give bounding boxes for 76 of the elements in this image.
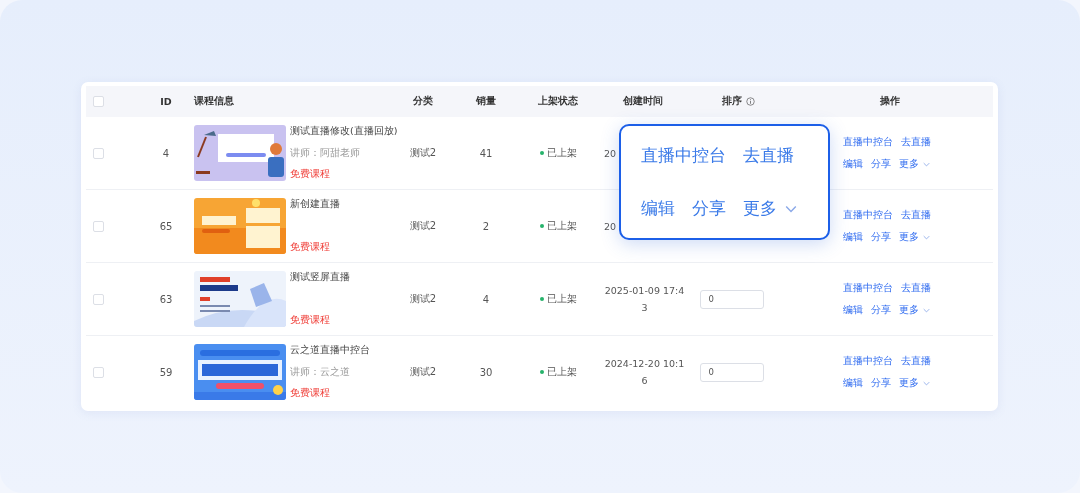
action-link[interactable]: 去直播 [743, 144, 794, 167]
table-cell-text: 20 [604, 219, 617, 234]
column-header: 上架状态 [538, 95, 578, 108]
column-header: 课程信息 [194, 95, 234, 108]
table-cell-text: 2025-01-09 17:43 [604, 284, 685, 315]
action-link[interactable]: 编辑 [843, 303, 863, 317]
checkbox[interactable] [92, 96, 104, 107]
action-link[interactable]: 去直播 [901, 208, 931, 222]
action-link[interactable]: 去直播 [901, 135, 931, 149]
column-header: ID [160, 96, 172, 107]
action-link[interactable]: 分享 [871, 376, 891, 390]
more-dropdown[interactable]: 更多 [743, 197, 797, 220]
action-link[interactable]: 编辑 [641, 197, 675, 220]
table-cell-text: 2024-12-20 10:16 [604, 357, 685, 388]
checkbox[interactable] [92, 147, 104, 159]
sort-input[interactable]: 0 [699, 362, 764, 382]
table-cell: 测试2 [409, 146, 437, 160]
action-link[interactable]: 直播中控台 [843, 208, 893, 222]
table-cell: 63 [159, 293, 173, 305]
table-cell: 41 [479, 147, 493, 159]
chevron-down-icon [923, 307, 930, 313]
table-cell: 2 [482, 220, 490, 232]
price-tag: 免费课程 [290, 314, 350, 327]
course-title: 新创建直播 [290, 198, 340, 211]
table-cell-text: 20 [604, 146, 617, 161]
table-cell: 4 [482, 293, 490, 305]
table-cell: 测试2 [409, 365, 437, 379]
status-text: 已上架 [546, 365, 577, 379]
price-tag: 免费课程 [290, 168, 398, 181]
status-text: 已上架 [546, 219, 577, 233]
action-link[interactable]: 编辑 [843, 376, 863, 390]
action-link[interactable]: 编辑 [843, 230, 863, 244]
price-tag: 免费课程 [290, 241, 340, 254]
chevron-down-icon [923, 380, 930, 386]
table-cell: 59 [159, 366, 173, 378]
action-link[interactable]: 直播中控台 [843, 354, 893, 368]
chevron-down-icon [923, 234, 930, 240]
action-link[interactable]: 分享 [871, 230, 891, 244]
action-link[interactable]: 直播中控台 [843, 281, 893, 295]
course-title: 云之道直播中控台 [290, 344, 370, 357]
action-link[interactable]: 直播中控台 [641, 144, 726, 167]
checkbox[interactable] [92, 293, 104, 305]
column-header: 分类 [413, 95, 433, 108]
course-title: 测试竖屏直播 [290, 271, 350, 284]
sort-input[interactable]: 0 [699, 289, 764, 309]
status-text: 已上架 [546, 146, 577, 160]
action-link[interactable]: 编辑 [843, 157, 863, 171]
table-cell: 30 [479, 366, 493, 378]
info-icon [745, 97, 755, 106]
chevron-down-icon [923, 161, 930, 167]
more-dropdown[interactable]: 更多 [899, 303, 930, 317]
action-link[interactable]: 分享 [871, 303, 891, 317]
teacher-name: 讲师：阿甜老师 [290, 146, 361, 160]
price-tag: 免费课程 [290, 387, 370, 400]
checkbox[interactable] [92, 366, 104, 378]
chevron-down-icon [785, 204, 797, 213]
column-header: 操作 [879, 95, 900, 108]
table-cell: 4 [162, 147, 170, 159]
more-dropdown[interactable]: 更多 [899, 376, 930, 390]
teacher-name: 讲师：云之道 [290, 365, 351, 379]
action-link[interactable]: 直播中控台 [843, 135, 893, 149]
action-link[interactable]: 分享 [871, 157, 891, 171]
column-header: 排序 [721, 95, 742, 108]
table-cell: 65 [159, 220, 173, 232]
checkbox[interactable] [92, 220, 104, 232]
more-dropdown[interactable]: 更多 [899, 157, 930, 171]
action-link[interactable]: 去直播 [901, 281, 931, 295]
column-header: 创建时间 [623, 95, 663, 108]
table-cell: 测试2 [409, 219, 437, 233]
more-dropdown[interactable]: 更多 [899, 230, 930, 244]
action-link[interactable]: 分享 [692, 197, 726, 220]
table-cell: 测试2 [409, 292, 437, 306]
action-link[interactable]: 去直播 [901, 354, 931, 368]
course-title: 测试直播修改(直播回放) [290, 125, 398, 138]
column-header: 销量 [476, 95, 496, 108]
status-text: 已上架 [546, 292, 577, 306]
